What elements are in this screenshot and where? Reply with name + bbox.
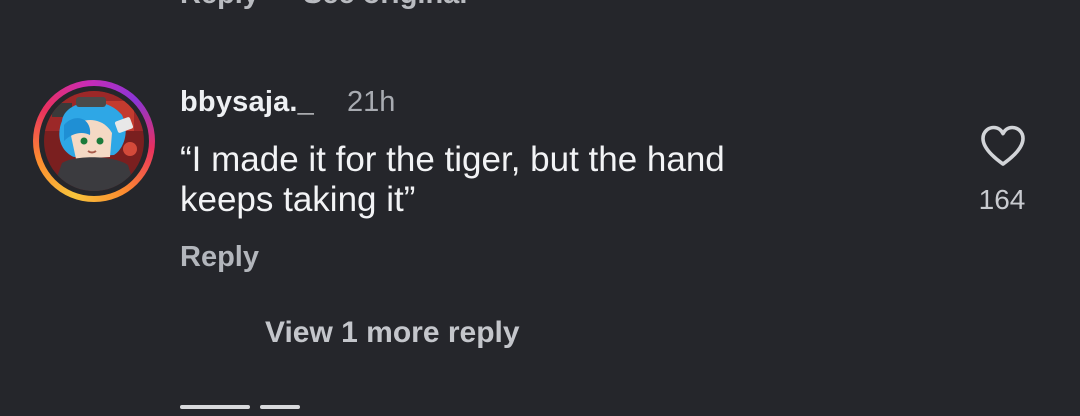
see-original-button[interactable]: See original <box>303 0 467 11</box>
comments-panel: Reply See original <box>0 0 1080 416</box>
comment-text: “I made it for the tiger, but the hand k… <box>180 140 725 219</box>
next-comment-peek <box>180 405 380 416</box>
heart-outline-icon <box>981 125 1025 166</box>
avatar[interactable] <box>44 91 144 191</box>
view-more-replies-button[interactable]: View 1 more reply <box>265 316 520 350</box>
avatar-story-ring[interactable] <box>33 80 155 202</box>
comment-username[interactable]: bbysaja._ <box>180 86 314 119</box>
previous-reply-button[interactable]: Reply <box>180 0 259 11</box>
previous-comment-actions: Reply See original <box>180 0 467 11</box>
comment-timestamp: 21h <box>347 86 396 118</box>
like-count: 164 <box>978 184 1026 215</box>
like-button[interactable] <box>979 124 1027 168</box>
reply-button[interactable]: Reply <box>180 241 259 274</box>
